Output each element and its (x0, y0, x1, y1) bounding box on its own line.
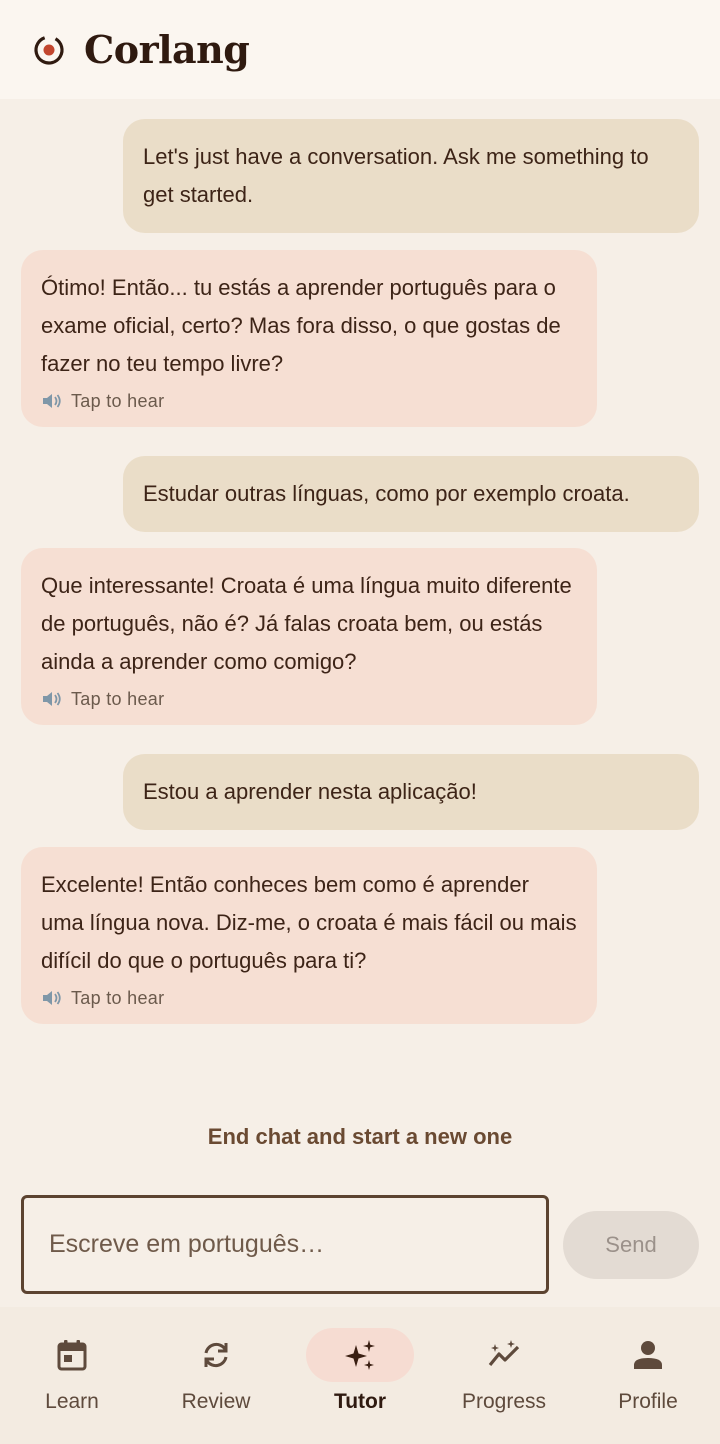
user-message: Let's just have a conversation. Ask me s… (123, 119, 699, 233)
nav-label: Tutor (333, 1390, 387, 1413)
nav-label: Progress (461, 1390, 547, 1413)
tap-to-hear-button[interactable]: Tap to hear (41, 389, 577, 413)
user-message: Estou a aprender nesta aplicação! (123, 754, 699, 830)
bottom-nav: Learn Review Tutor Progress Profile (0, 1307, 720, 1444)
sparkle-icon (345, 1340, 375, 1370)
nav-icon-container (18, 1328, 126, 1382)
message-input[interactable] (49, 1230, 546, 1259)
nav-icon-container (306, 1328, 414, 1382)
tutor-message: Que interessante! Croata é uma língua mu… (21, 548, 597, 725)
app-title: Corlang (84, 27, 250, 72)
message-text: Estou a aprender nesta aplicação! (143, 779, 477, 804)
tutor-message: Ótimo! Então... tu estás a aprender port… (21, 250, 597, 427)
nav-label: Profile (618, 1390, 678, 1413)
message-input-container (21, 1195, 549, 1294)
target-logo-icon (32, 33, 66, 67)
tap-to-hear-label: Tap to hear (71, 391, 165, 411)
tap-to-hear-label: Tap to hear (71, 988, 165, 1008)
app-header: Corlang (0, 0, 720, 99)
message-text: Excelente! Então conheces bem como é apr… (41, 872, 577, 973)
send-button[interactable]: Send (563, 1211, 699, 1279)
message-text: Ótimo! Então... tu estás a aprender port… (41, 275, 561, 376)
user-message: Estudar outras línguas, como por exemplo… (123, 456, 699, 532)
nav-icon-container (162, 1328, 270, 1382)
nav-item-tutor[interactable]: Tutor (288, 1307, 432, 1444)
nav-item-learn[interactable]: Learn (0, 1307, 144, 1444)
nav-icon-container (594, 1328, 702, 1382)
sync-icon (204, 1342, 228, 1368)
nav-item-progress[interactable]: Progress (432, 1307, 576, 1444)
speaker-icon (41, 688, 63, 710)
nav-item-profile[interactable]: Profile (576, 1307, 720, 1444)
nav-item-review[interactable]: Review (144, 1307, 288, 1444)
nav-label: Learn (45, 1390, 99, 1413)
speaker-icon (41, 987, 63, 1009)
message-text: Let's just have a conversation. Ask me s… (143, 144, 649, 207)
person-icon (634, 1341, 662, 1369)
nav-icon-container (450, 1328, 558, 1382)
calendar-icon (57, 1340, 87, 1371)
tap-to-hear-button[interactable]: Tap to hear (41, 986, 577, 1010)
speaker-icon (41, 390, 63, 412)
message-text: Estudar outras línguas, como por exemplo… (143, 481, 630, 506)
nav-label: Review (181, 1390, 251, 1413)
trend-icon (488, 1340, 520, 1367)
message-text: Que interessante! Croata é uma língua mu… (41, 573, 572, 674)
tutor-message: Excelente! Então conheces bem como é apr… (21, 847, 597, 1024)
end-chat-button[interactable]: End chat and start a new one (0, 1124, 720, 1150)
tap-to-hear-button[interactable]: Tap to hear (41, 687, 577, 711)
tap-to-hear-label: Tap to hear (71, 689, 165, 709)
